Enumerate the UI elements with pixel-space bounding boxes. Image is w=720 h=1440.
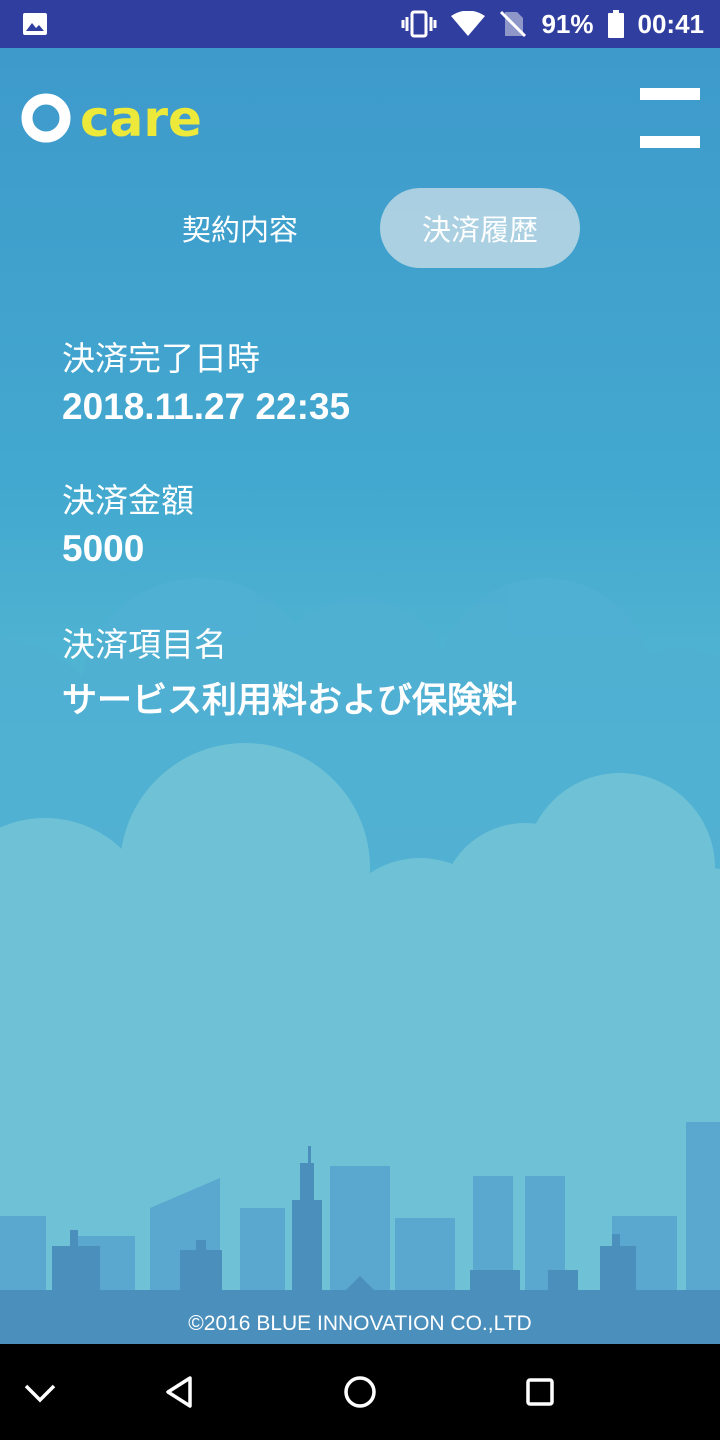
care-logo: care bbox=[21, 92, 202, 144]
payment-completed-value: 2018.11.27 22:35 bbox=[62, 386, 351, 427]
copyright-text: ©2016 BLUE INNOVATION CO.,LTD bbox=[188, 1312, 532, 1335]
back-icon[interactable] bbox=[156, 1368, 204, 1416]
status-bar: 91% 00:41 bbox=[0, 0, 720, 48]
recents-icon[interactable] bbox=[516, 1368, 564, 1416]
payment-amount-value: 5000 bbox=[62, 528, 145, 569]
wifi-icon bbox=[451, 11, 486, 36]
tab-contract-details[interactable]: 契約内容 bbox=[140, 188, 340, 268]
home-icon[interactable] bbox=[336, 1368, 384, 1416]
battery-percent: 91% bbox=[541, 8, 594, 39]
payment-item-label: 決済項目名 bbox=[62, 625, 227, 664]
chevron-down-icon[interactable] bbox=[16, 1368, 64, 1416]
gallery-icon bbox=[23, 13, 47, 35]
payment-amount-label: 決済金額 bbox=[62, 481, 194, 520]
status-time: 00:41 bbox=[637, 8, 705, 39]
vibrate-icon bbox=[401, 10, 437, 38]
app-screen: care 契約内容 決済履歴 決済完了日時 2018.11.27 22:35 決… bbox=[0, 48, 720, 1344]
payment-item-value: サービス利用料および保険料 bbox=[62, 681, 518, 721]
hamburger-menu-icon[interactable] bbox=[640, 88, 700, 148]
battery-icon bbox=[607, 10, 624, 38]
logo-text: care bbox=[80, 92, 202, 144]
tab-payment-history[interactable]: 決済履歴 bbox=[380, 188, 580, 268]
no-sim-icon bbox=[500, 10, 527, 38]
navigation-bar bbox=[0, 1344, 720, 1440]
payment-completed-label: 決済完了日時 bbox=[62, 339, 260, 378]
